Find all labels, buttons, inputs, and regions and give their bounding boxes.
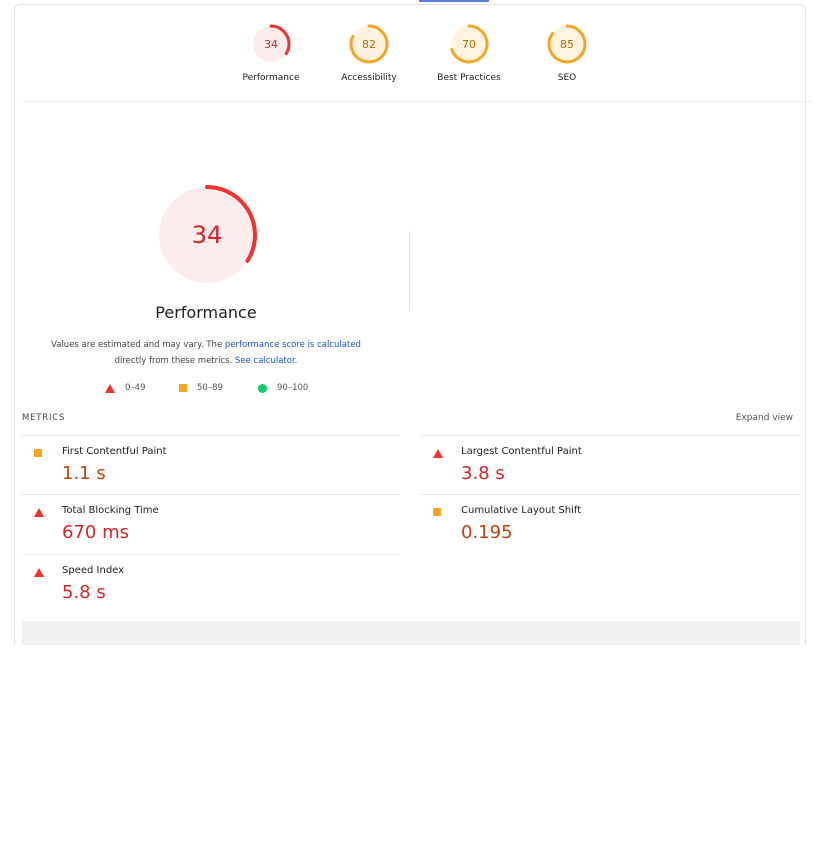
gauge-accessibility[interactable]: 82 Accessibility: [319, 23, 419, 83]
metric-first-contentful-paint: First Contentful Paint 1.1 s: [22, 435, 400, 494]
score-calculated-link[interactable]: performance score is calculated: [225, 340, 361, 350]
performance-gauge-ring: 34: [157, 185, 257, 285]
performance-title: Performance: [155, 303, 257, 322]
performance-gauge: 34: [155, 183, 259, 287]
average-square-icon: [34, 449, 42, 457]
category-gauges: 34 Performance 82 Accessibility 70 Best …: [23, 5, 813, 102]
score-legend: 0–49 50–89 90–100: [105, 383, 325, 397]
performance-note: Values are estimated and may vary. The p…: [45, 337, 367, 369]
average-square-icon: [433, 508, 441, 516]
gauge-score: 34: [264, 38, 278, 51]
report-card: 34 Performance 82 Accessibility 70 Best …: [14, 4, 813, 645]
gauge-seo[interactable]: 85 SEO: [517, 23, 617, 83]
gauge-score: 70: [462, 38, 476, 51]
metric-value: 5.8 s: [62, 582, 106, 603]
average-square-icon: [179, 384, 187, 392]
metric-name: Total Blocking Time: [62, 505, 159, 516]
gauge-score: 85: [560, 38, 574, 51]
metric-cumulative-layout-shift: Cumulative Layout Shift 0.195: [421, 494, 799, 553]
metric-name: First Contentful Paint: [62, 446, 167, 457]
gauge-score: 82: [362, 38, 376, 51]
fail-triangle-icon: [34, 508, 44, 517]
metrics-heading: METRICS: [22, 413, 66, 423]
gauge-label: SEO: [557, 73, 577, 83]
expand-view-toggle[interactable]: Expand view: [736, 413, 793, 423]
metric-value: 1.1 s: [62, 463, 106, 484]
legend-average-label: 50–89: [197, 383, 223, 393]
legend-pass-label: 90–100: [277, 383, 309, 393]
metric-name: Speed Index: [62, 565, 125, 576]
legend-pass: 90–100: [258, 383, 308, 393]
gauge-ring: 82: [349, 24, 389, 64]
tab-indicator: [419, 0, 489, 2]
divider: [409, 231, 410, 311]
fail-triangle-icon: [433, 449, 443, 458]
gauge-label: Best Practices: [437, 73, 501, 83]
performance-score: 34: [192, 221, 223, 249]
fail-triangle-icon: [105, 383, 115, 393]
metric-value: 0.195: [461, 522, 513, 543]
legend-fail: 0–49: [105, 383, 145, 393]
gauge-ring: 85: [547, 24, 587, 64]
gauge-label: Accessibility: [341, 73, 397, 83]
gauge-best-practices[interactable]: 70 Best Practices: [419, 23, 519, 83]
legend-fail-label: 0–49: [125, 383, 146, 393]
pass-circle-icon: [258, 383, 267, 393]
metric-largest-contentful-paint: Largest Contentful Paint 3.8 s: [421, 435, 799, 494]
metric-value: 3.8 s: [461, 463, 505, 484]
metric-total-blocking-time: Total Blocking Time 670 ms: [22, 494, 400, 553]
metric-name: Largest Contentful Paint: [461, 446, 582, 457]
legend-average: 50–89: [179, 383, 223, 393]
metric-value: 670 ms: [62, 522, 129, 543]
see-calculator-link[interactable]: See calculator.: [235, 356, 297, 366]
fail-triangle-icon: [34, 568, 44, 577]
gauge-label: Performance: [242, 73, 300, 83]
gauge-performance[interactable]: 34 Performance: [221, 23, 321, 83]
gauge-ring: 34: [251, 24, 291, 64]
metric-name: Cumulative Layout Shift: [461, 505, 582, 516]
note-text: Values are estimated and may vary. The: [51, 340, 225, 350]
gauge-ring: 70: [449, 24, 489, 64]
metric-speed-index: Speed Index 5.8 s: [22, 554, 400, 613]
note-text: directly from these metrics.: [114, 356, 235, 366]
section-footer-bar: [22, 621, 800, 645]
